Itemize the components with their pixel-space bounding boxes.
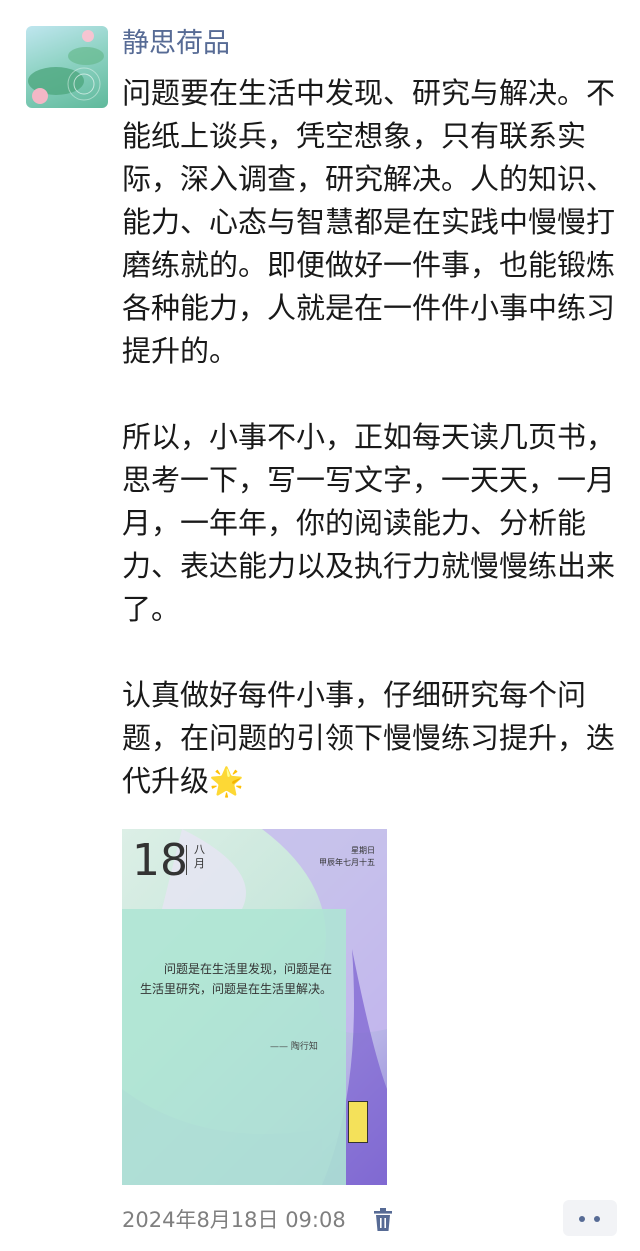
- calendar-month: 八月: [194, 843, 205, 870]
- dot: [579, 1216, 585, 1222]
- trash-icon[interactable]: [372, 1208, 394, 1232]
- date-divider: [186, 845, 187, 875]
- author-name[interactable]: 静思荷品: [122, 26, 230, 62]
- more-dots-icon[interactable]: [563, 1200, 617, 1236]
- author-avatar[interactable]: [26, 26, 108, 108]
- post-image[interactable]: 18 八月 星期日 甲辰年七月十五 问题是在生活里发现，问题是在生活里研究，问题…: [122, 829, 387, 1185]
- star-emoji: 🌟: [209, 765, 244, 798]
- qr-code-icon: [348, 1101, 368, 1143]
- dot: [594, 1216, 600, 1222]
- post-paragraph-2: 所以，小事不小，正如每天读几页书，思考一下，写一写文字，一天天，一月月，一年年，…: [122, 420, 616, 626]
- quote-author: —— 陶行知: [270, 1042, 318, 1052]
- calendar-lunar-date: 甲辰年七月十五: [319, 858, 375, 867]
- lotus-pond-image: [28, 30, 104, 104]
- calendar-day: 18: [132, 835, 188, 886]
- calendar-weekday: 星期日: [351, 846, 375, 855]
- post-text: 问题要在生活中发现、研究与解决。不能纸上谈兵，凭空想象，只有联系实际，深入调查，…: [122, 72, 622, 803]
- post-timestamp: 2024年8月18日 09:08: [122, 1208, 346, 1232]
- quote-text: 问题是在生活里发现，问题是在生活里研究，问题是在生活里解决。: [140, 962, 333, 996]
- post-paragraph-3-text: 认真做好每件小事，仔细研究每个问题，在问题的引领下慢慢练习提升，迭代升级: [122, 678, 616, 798]
- post-paragraph-1: 问题要在生活中发现、研究与解决。不能纸上谈兵，凭空想象，只有联系实际，深入调查，…: [122, 76, 616, 368]
- post-paragraph-3: 认真做好每件小事，仔细研究每个问题，在问题的引领下慢慢练习提升，迭代升级🌟: [122, 674, 622, 803]
